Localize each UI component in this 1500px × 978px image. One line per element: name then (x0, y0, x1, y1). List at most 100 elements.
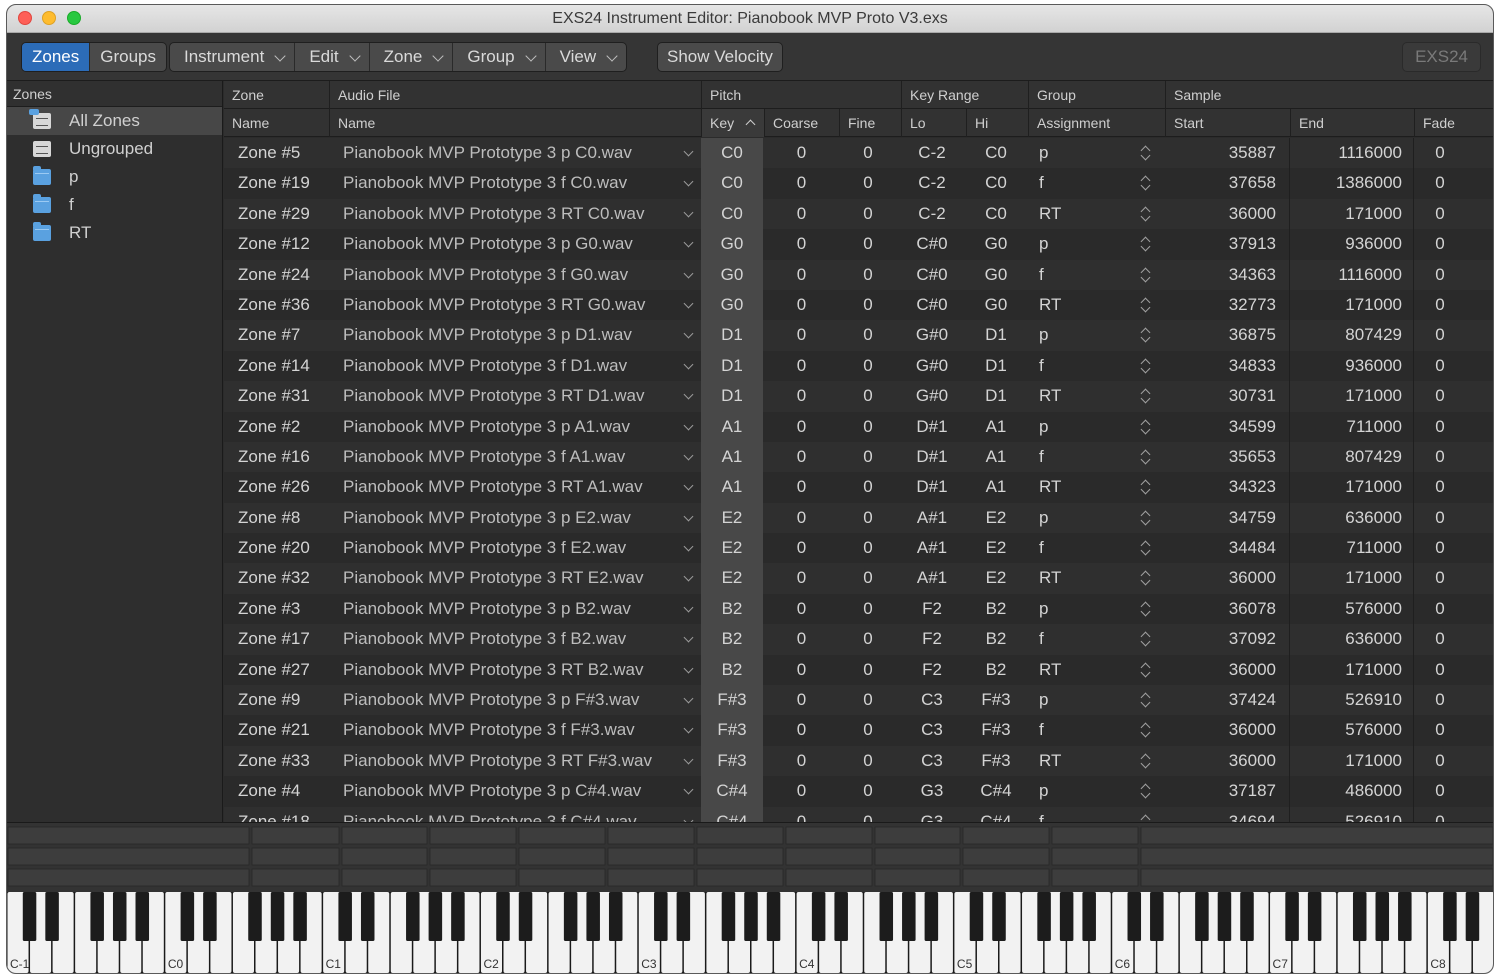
black-key[interactable] (1195, 892, 1209, 941)
key-cell[interactable]: C#4 (701, 806, 763, 822)
key-range-hi-cell[interactable]: D1 (966, 320, 1026, 350)
fine-cell[interactable]: 0 (839, 533, 897, 563)
coarse-cell[interactable]: 0 (764, 594, 839, 624)
up-down-stepper-icon[interactable] (1140, 449, 1150, 465)
sample-start-cell[interactable]: 36000 (1168, 746, 1276, 776)
fine-cell[interactable]: 0 (839, 138, 897, 168)
group-assignment-cell[interactable]: f (1039, 533, 1044, 563)
audio-file-cell[interactable]: Pianobook MVP Prototype 3 RT A1.wav (343, 472, 643, 502)
fine-cell[interactable]: 0 (839, 503, 897, 533)
coarse-column-header[interactable]: Coarse (764, 109, 839, 137)
up-down-stepper-icon[interactable] (1140, 601, 1150, 617)
group-assignment-cell[interactable]: RT (1039, 472, 1061, 502)
sample-end-cell[interactable]: 171000 (1294, 381, 1402, 411)
key-cell[interactable]: F#3 (701, 745, 763, 777)
table-row[interactable]: Zone #31 Pianobook MVP Prototype 3 RT D1.… (224, 381, 1493, 412)
fade-cell[interactable]: 0 (1416, 472, 1464, 502)
key-range-hi-cell[interactable]: B2 (966, 655, 1026, 685)
piano-keyboard[interactable]: C-1 C0 C1 C2 C3 C4 C5 C6 C7 C8 (7, 892, 1493, 973)
up-down-stepper-icon[interactable] (1140, 631, 1150, 647)
black-key[interactable] (563, 892, 578, 941)
group-assignment-cell[interactable]: p (1039, 776, 1048, 806)
black-key[interactable] (924, 892, 939, 941)
sample-start-cell[interactable]: 34363 (1168, 260, 1276, 290)
table-row[interactable]: Zone #14 Pianobook MVP Prototype 3 f D1.w… (224, 350, 1493, 382)
key-range-lo-cell[interactable]: C#0 (898, 229, 966, 259)
sample-start-cell[interactable]: 30731 (1168, 381, 1276, 411)
chevron-down-icon[interactable] (683, 723, 694, 734)
exs24-button[interactable]: EXS24 (1402, 42, 1481, 72)
key-range-hi-cell[interactable]: B2 (966, 624, 1026, 654)
sample-start-cell[interactable]: 37424 (1168, 685, 1276, 715)
up-down-stepper-icon[interactable] (1140, 814, 1150, 822)
sample-end-cell[interactable]: 636000 (1294, 624, 1402, 654)
key-range-hi-cell[interactable]: D1 (966, 381, 1026, 411)
sidebar-item-group-rt[interactable]: RT (7, 219, 222, 247)
sample-end-cell[interactable]: 576000 (1294, 594, 1402, 624)
chevron-down-icon[interactable] (683, 693, 694, 704)
coarse-cell[interactable]: 0 (764, 533, 839, 563)
group-assignment-cell[interactable]: f (1039, 715, 1044, 745)
coarse-cell[interactable]: 0 (764, 442, 839, 472)
sample-start-cell[interactable]: 37913 (1168, 229, 1276, 259)
sample-start-cell[interactable]: 37187 (1168, 776, 1276, 806)
key-column-header[interactable]: Key (701, 109, 764, 137)
fade-cell[interactable]: 0 (1416, 412, 1464, 442)
up-down-stepper-icon[interactable] (1140, 540, 1150, 556)
key-range-hi-cell[interactable]: G0 (966, 229, 1026, 259)
key-cell[interactable]: F#3 (701, 685, 763, 716)
audio-file-cell[interactable]: Pianobook MVP Prototype 3 p F#3.wav (343, 685, 639, 715)
black-key[interactable] (1059, 892, 1074, 941)
fine-cell[interactable]: 0 (839, 715, 897, 745)
key-range-lo-cell[interactable]: G3 (898, 807, 966, 822)
sample-end-cell[interactable]: 486000 (1294, 776, 1402, 806)
up-down-stepper-icon[interactable] (1140, 297, 1150, 313)
group-assignment-cell[interactable]: p (1039, 594, 1048, 624)
group-assignment-cell[interactable]: RT (1039, 290, 1061, 320)
fade-cell[interactable]: 0 (1416, 290, 1464, 320)
table-row[interactable]: Zone #16 Pianobook MVP Prototype 3 f A1.w… (224, 441, 1493, 473)
table-row[interactable]: Zone #8 Pianobook MVP Prototype 3 p E2.wa… (224, 502, 1493, 534)
black-key[interactable] (992, 892, 1006, 941)
chevron-down-icon[interactable] (683, 328, 694, 339)
chevron-down-icon[interactable] (683, 572, 694, 582)
chevron-down-icon[interactable] (683, 754, 694, 765)
coarse-cell[interactable]: 0 (764, 381, 839, 411)
group-assignment-cell[interactable]: f (1039, 168, 1044, 198)
black-key[interactable] (1037, 892, 1051, 941)
coarse-cell[interactable]: 0 (764, 351, 839, 381)
coarse-cell[interactable]: 0 (764, 412, 839, 442)
end-column-header[interactable]: End (1290, 109, 1414, 137)
key-cell[interactable]: B2 (701, 654, 763, 686)
black-key[interactable] (834, 892, 848, 941)
sample-end-cell[interactable]: 936000 (1294, 351, 1402, 381)
key-range-lo-cell[interactable]: C#0 (898, 260, 966, 290)
coarse-cell[interactable]: 0 (764, 715, 839, 745)
zone-name-cell[interactable]: Zone #16 (238, 442, 310, 472)
up-down-stepper-icon[interactable] (1140, 419, 1150, 435)
table-row[interactable]: Zone #17 Pianobook MVP Prototype 3 f B2.w… (224, 624, 1493, 655)
audio-file-cell[interactable]: Pianobook MVP Prototype 3 RT E2.wav (343, 563, 644, 593)
zone-name-cell[interactable]: Zone #2 (238, 412, 300, 442)
fine-cell[interactable]: 0 (839, 260, 897, 290)
key-cell[interactable]: G0 (701, 259, 763, 290)
up-down-stepper-icon[interactable] (1140, 692, 1150, 708)
key-range-lo-cell[interactable]: C-2 (898, 168, 966, 198)
zone-name-cell[interactable]: Zone #26 (238, 472, 310, 502)
fine-cell[interactable]: 0 (839, 655, 897, 685)
sample-end-cell[interactable]: 1116000 (1294, 138, 1402, 168)
key-range-hi-cell[interactable]: C#4 (966, 807, 1026, 822)
table-row[interactable]: Zone #21 Pianobook MVP Prototype 3 f F#3.… (224, 715, 1493, 746)
up-down-stepper-icon[interactable] (1140, 662, 1150, 678)
group-assignment-cell[interactable]: p (1039, 138, 1048, 168)
sample-start-cell[interactable]: 37092 (1168, 624, 1276, 654)
sample-start-cell[interactable]: 37658 (1168, 168, 1276, 198)
group-assignment-cell[interactable]: p (1039, 229, 1048, 259)
fine-cell[interactable]: 0 (839, 229, 897, 259)
key-cell[interactable]: E2 (701, 502, 763, 534)
sample-start-cell[interactable]: 34759 (1168, 503, 1276, 533)
fine-column-header[interactable]: Fine (839, 109, 901, 137)
group-assignment-cell[interactable]: f (1039, 807, 1044, 822)
up-down-stepper-icon[interactable] (1140, 145, 1150, 161)
zone-name-cell[interactable]: Zone #12 (238, 229, 310, 259)
